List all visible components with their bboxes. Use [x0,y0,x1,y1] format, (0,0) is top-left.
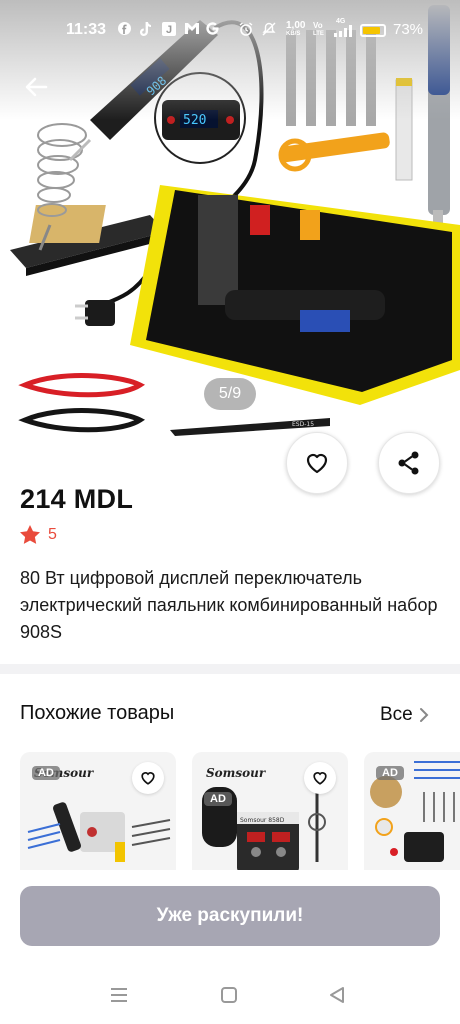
card-favorite-button[interactable] [132,762,164,794]
ad-badge: AD [32,766,60,780]
clock: 11:33 [66,21,107,38]
product-price: 214 MDL [20,484,134,514]
similar-products-carousel[interactable]: Somsour AD Somsour 858D Somsour AD AD [20,752,460,872]
tiktok-icon [140,22,152,39]
battery-icon [360,24,386,37]
card-favorite-button[interactable] [304,762,336,794]
device-label: Somsour 858D [240,817,285,824]
gmail-icon [184,22,200,38]
rating-value: 5 [48,525,57,543]
ad-badge: AD [204,792,232,806]
mute-icon [262,22,276,39]
see-all-link[interactable]: Все [380,704,429,726]
product-rating[interactable]: 5 [20,525,57,544]
heart-icon [141,772,155,785]
ad-badge: AD [376,766,404,780]
star-icon [20,525,40,544]
sold-out-button[interactable]: Уже раскупили! [20,886,440,946]
section-divider [0,664,460,674]
similar-product-card[interactable]: Somsour AD [20,752,176,872]
heart-icon [313,772,327,785]
arrow-left-icon [25,77,48,97]
network-speed: 1,00 KB/S [286,20,306,38]
j-app-icon: J [162,22,176,39]
product-title: 80 Вт цифровой дисплей переключатель эле… [20,568,438,642]
heart-icon [306,453,328,474]
svg-text:J: J [166,24,172,36]
back-button[interactable] [20,70,54,104]
back-nav-icon[interactable] [328,986,346,1009]
share-button[interactable] [378,432,440,494]
signal-icon: 4G [334,18,352,40]
gallery-page-counter: 5/9 [204,378,256,410]
menu-icon[interactable] [110,986,128,1009]
tweezers-label: ESD-15 [292,421,314,428]
similar-products-heading: Похожие товары [20,702,175,724]
google-icon [206,22,219,38]
battery-percent: 73% [393,21,424,38]
facebook-icon [118,22,131,38]
volte-indicator: Vo LTE [313,21,324,38]
system-navigation-bar [0,970,460,1024]
similar-product-card[interactable]: Somsour 858D Somsour AD [192,752,348,872]
favorite-button[interactable] [286,432,348,494]
card-brand-logo: Somsour [206,766,266,780]
see-all-label: Все [380,704,413,725]
alarm-icon [239,22,253,39]
share-icon [398,451,419,475]
chevron-right-icon [419,708,429,722]
status-bar: 11:33 J 1,00 KB/S Vo LTE 4G 73% [0,0,460,60]
home-icon[interactable] [220,986,238,1009]
similar-product-card[interactable]: AD [364,752,460,872]
